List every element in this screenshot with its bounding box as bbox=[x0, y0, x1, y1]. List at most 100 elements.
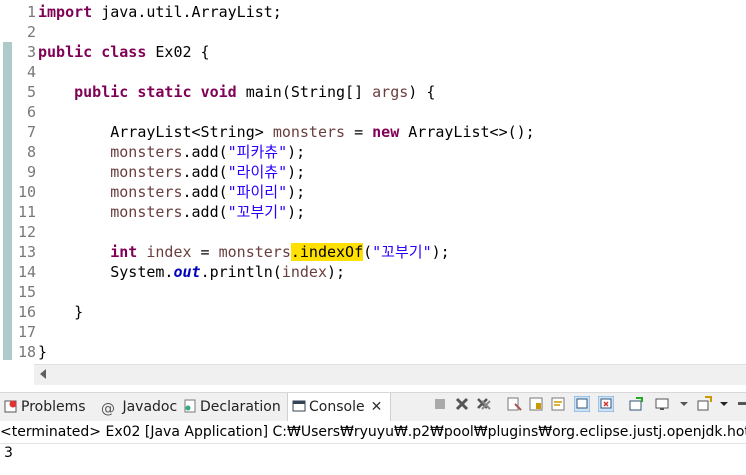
code-line[interactable]: 17 bbox=[0, 322, 746, 342]
code-token: System. bbox=[38, 263, 174, 281]
code-token: "파이리" bbox=[227, 183, 288, 201]
display-console-icon[interactable] bbox=[654, 396, 670, 412]
code-token: ); bbox=[287, 163, 306, 181]
code-token: monsters bbox=[110, 203, 183, 221]
line-number: 16 bbox=[17, 303, 36, 321]
code-token: public bbox=[74, 83, 129, 101]
code-token: Ex02 { bbox=[146, 43, 210, 61]
code-token: new bbox=[372, 123, 400, 141]
code-token: .add( bbox=[182, 143, 228, 161]
line-number: 2 bbox=[26, 23, 36, 41]
code-text: monsters.add("피카츄"); bbox=[38, 142, 305, 162]
clear-console-icon[interactable] bbox=[506, 396, 522, 412]
tab-problems[interactable]: Problems bbox=[4, 393, 86, 421]
code-editor[interactable]: 1 import java.util.ArrayList; 2 3 public cla… bbox=[0, 0, 746, 364]
code-line[interactable]: 10 monsters.add("파이리"); bbox=[0, 182, 746, 202]
tab-javadoc[interactable]: @ Javadoc bbox=[101, 393, 177, 421]
line-number: 17 bbox=[17, 323, 36, 341]
code-token: public bbox=[38, 43, 93, 61]
code-line[interactable]: 9 monsters.add("라이츄"); bbox=[0, 162, 746, 182]
word-wrap-icon[interactable] bbox=[550, 396, 566, 412]
code-text: monsters.add("라이츄"); bbox=[38, 162, 305, 182]
line-number: 10 bbox=[17, 183, 36, 201]
remove-launch-icon[interactable] bbox=[454, 396, 470, 412]
line-number: 4 bbox=[26, 63, 36, 81]
code-token: ); bbox=[287, 183, 306, 201]
line-number: 9 bbox=[26, 163, 36, 181]
scroll-lock-icon[interactable] bbox=[528, 396, 544, 412]
minimize-icon[interactable] bbox=[736, 396, 746, 412]
code-line[interactable]: 7 ArrayList<String> monsters = new Array… bbox=[0, 122, 746, 142]
console-icon bbox=[292, 400, 306, 412]
code-line[interactable]: 14 System.out.println(index); bbox=[0, 262, 746, 282]
code-token: monsters bbox=[272, 123, 346, 141]
declaration-icon bbox=[184, 399, 196, 413]
console-status-line: <terminated> Ex02 [Java Application] C:₩… bbox=[0, 421, 746, 444]
code-token: void bbox=[200, 83, 237, 101]
code-token: "꼬부기" bbox=[372, 243, 432, 261]
problems-icon bbox=[4, 400, 17, 413]
code-token: ) { bbox=[408, 83, 436, 101]
terminate-icon[interactable] bbox=[432, 396, 448, 412]
code-text: import java.util.ArrayList; bbox=[38, 2, 282, 22]
tab-declaration[interactable]: Declaration bbox=[183, 393, 281, 421]
code-text: System.out.println(index); bbox=[38, 262, 345, 282]
console-output[interactable]: 3 bbox=[4, 443, 13, 463]
code-token: "꼬부기" bbox=[227, 203, 288, 221]
line-number: 1 bbox=[26, 3, 36, 21]
code-token: monsters bbox=[110, 163, 183, 181]
code-line[interactable]: 18} bbox=[0, 342, 746, 362]
remove-all-terminated-icon[interactable] bbox=[476, 396, 492, 412]
line-number: 18 bbox=[17, 343, 36, 361]
scroll-left-icon[interactable] bbox=[40, 369, 46, 379]
close-icon[interactable]: ✕ bbox=[371, 399, 383, 415]
code-line[interactable]: 11 monsters.add("꼬부기"); bbox=[0, 202, 746, 222]
code-line[interactable]: 15 bbox=[0, 282, 746, 302]
code-token: .add( bbox=[182, 203, 228, 221]
pin-console-icon[interactable] bbox=[628, 396, 644, 412]
code-text: int index = monsters.indexOf("꼬부기"); bbox=[38, 242, 450, 262]
line-number: 11 bbox=[17, 203, 36, 221]
code-line[interactable]: 13 int index = monsters.indexOf("꼬부기"); bbox=[0, 242, 746, 262]
chevron-down-icon[interactable] bbox=[676, 396, 692, 412]
open-console-icon[interactable] bbox=[696, 396, 712, 412]
code-token: index bbox=[281, 263, 327, 281]
tab-label: Console bbox=[309, 399, 365, 415]
code-line[interactable]: 1 import java.util.ArrayList; bbox=[0, 2, 746, 22]
tab-label: Problems bbox=[21, 399, 86, 415]
code-token: .indexOf bbox=[290, 243, 364, 261]
code-token: out bbox=[173, 263, 201, 281]
code-line[interactable]: 5 public static void main(String[] args)… bbox=[0, 82, 746, 102]
code-text: monsters.add("꼬부기"); bbox=[38, 202, 305, 222]
code-token: ); bbox=[287, 143, 306, 161]
code-token: } bbox=[38, 303, 84, 321]
code-line[interactable]: 6 bbox=[0, 102, 746, 122]
code-line[interactable]: 8 monsters.add("피카츄"); bbox=[0, 142, 746, 162]
tab-console[interactable]: Console ✕ bbox=[287, 393, 392, 421]
code-token: monsters bbox=[110, 143, 183, 161]
code-line[interactable]: 12 bbox=[0, 222, 746, 242]
code-line[interactable]: 4 bbox=[0, 62, 746, 82]
code-token: ); bbox=[327, 263, 346, 281]
show-on-stdout-icon[interactable] bbox=[574, 396, 590, 412]
tab-label: Javadoc bbox=[122, 399, 178, 415]
line-number: 14 bbox=[17, 263, 36, 281]
line-number: 15 bbox=[17, 283, 36, 301]
code-line[interactable]: 2 bbox=[0, 22, 746, 42]
code-token: = bbox=[345, 123, 373, 141]
code-line[interactable]: 3 public class Ex02 { bbox=[0, 42, 746, 62]
code-line[interactable]: 16 } bbox=[0, 302, 746, 322]
code-token: .add( bbox=[182, 183, 228, 201]
view-menu-icon[interactable] bbox=[716, 396, 732, 412]
line-number: 3 bbox=[26, 43, 36, 61]
horizontal-scrollbar[interactable] bbox=[34, 364, 746, 385]
show-on-stderr-icon[interactable] bbox=[598, 396, 614, 412]
